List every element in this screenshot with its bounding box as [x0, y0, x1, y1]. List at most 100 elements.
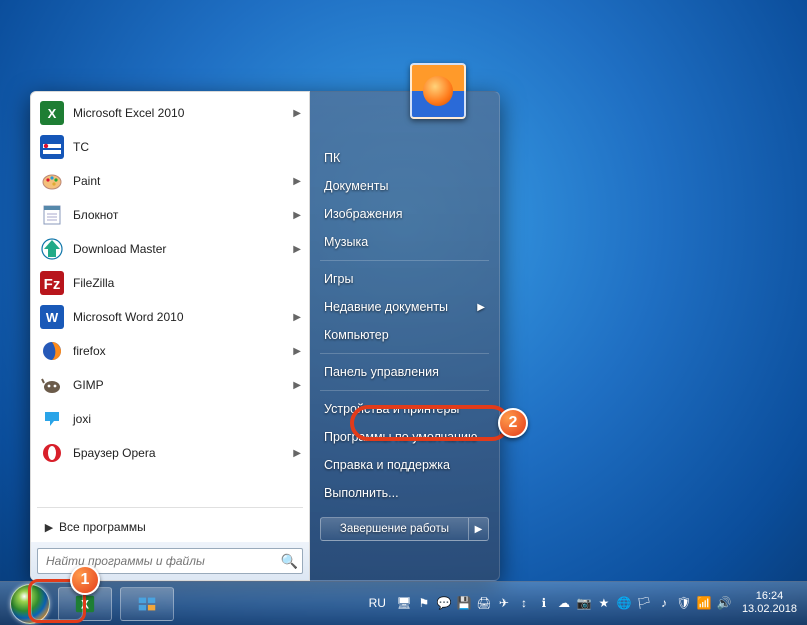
right-item-недавние-документы[interactable]: Недавние документы ▶ [310, 293, 499, 321]
shield-icon[interactable]: 🛡 [676, 595, 692, 611]
chevron-right-icon: ▶ [293, 176, 301, 187]
flag2-icon[interactable]: 🏳 [636, 595, 652, 611]
start-menu-right-panel: ПК Документы Изображения Музыка Игры Недавние… [310, 91, 500, 581]
joxi-icon [39, 406, 65, 432]
right-item-устройства-и-принтеры[interactable]: Устройства и принтеры [310, 395, 499, 423]
info-icon[interactable]: ℹ [536, 595, 552, 611]
pinned-app-paint[interactable]: Paint ▶ [31, 164, 309, 198]
tc-icon [39, 134, 65, 160]
right-item-пк[interactable]: ПК [310, 144, 499, 172]
right-item-панель-управления[interactable]: Панель управления [310, 358, 499, 386]
right-item-изображения[interactable]: Изображения [310, 200, 499, 228]
shutdown-button[interactable]: Завершение работы [320, 517, 469, 541]
right-item-программы-по-умолчанию[interactable]: Программы по умолчанию [310, 423, 499, 451]
right-item-label: Выполнить... [324, 486, 399, 500]
start-menu: X Microsoft Excel 2010 ▶ TC Paint ▶ Блок… [30, 91, 500, 581]
app-label: TC [73, 140, 89, 154]
separator [37, 507, 303, 508]
dm-icon [39, 236, 65, 262]
pinned-app-notepad[interactable]: Блокнот ▶ [31, 198, 309, 232]
app-label: Download Master [73, 242, 166, 256]
note-icon[interactable]: ♪ [656, 595, 672, 611]
annotation-marker-1: 1 [70, 565, 100, 595]
right-item-label: Программы по умолчанию [324, 430, 477, 444]
disk-icon[interactable]: 💾 [456, 595, 472, 611]
search-icon[interactable]: 🔍 [281, 553, 298, 570]
right-item-выполнить-[interactable]: Выполнить... [310, 479, 499, 507]
taskbar-app-explorer[interactable] [120, 587, 174, 621]
excel-icon: X [39, 100, 65, 126]
app-label: Блокнот [73, 208, 118, 222]
right-item-игры[interactable]: Игры [310, 265, 499, 293]
shutdown-options-button[interactable]: ▶ [469, 517, 489, 541]
right-item-музыка[interactable]: Музыка [310, 228, 499, 256]
annotation-marker-2: 2 [498, 408, 528, 438]
pinned-app-opera[interactable]: Браузер Opera ▶ [31, 436, 309, 470]
pinned-app-word[interactable]: W Microsoft Word 2010 ▶ [31, 300, 309, 334]
app-label: Microsoft Excel 2010 [73, 106, 184, 120]
chevron-right-icon: ▶ [293, 380, 301, 391]
opera-icon [39, 440, 65, 466]
app-label: Microsoft Word 2010 [73, 310, 184, 324]
right-item-справка-и-поддержка[interactable]: Справка и поддержка [310, 451, 499, 479]
right-item-label: Изображения [324, 207, 403, 221]
right-item-label: Музыка [324, 235, 368, 249]
taskbar-clock[interactable]: 16:24 13.02.2018 [742, 590, 797, 616]
printer-icon[interactable]: 🖨 [476, 595, 492, 611]
tray-icons: 🖥⚑💬💾🖨✈↕ℹ☁📷★🌐🏳♪🛡📶🔊 [396, 595, 732, 611]
all-programs-button[interactable]: ▶ Все программы [31, 512, 309, 542]
app-label: joxi [73, 412, 91, 426]
globe-icon[interactable]: 🌐 [616, 595, 632, 611]
pinned-app-joxi[interactable]: joxi [31, 402, 309, 436]
computer-icon[interactable]: 🖥 [396, 595, 412, 611]
separator [320, 353, 489, 354]
pinned-app-dm[interactable]: Download Master ▶ [31, 232, 309, 266]
pinned-app-firefox[interactable]: firefox ▶ [31, 334, 309, 368]
right-item-документы[interactable]: Документы [310, 172, 499, 200]
chevron-right-icon: ▶ [293, 312, 301, 323]
chevron-right-icon: ▶ [293, 346, 301, 357]
chevron-right-icon: ▶ [39, 521, 59, 534]
svg-text:W: W [46, 310, 59, 325]
flag-icon[interactable]: ⚑ [416, 595, 432, 611]
cloud-icon[interactable]: ☁ [556, 595, 572, 611]
language-indicator[interactable]: RU [369, 596, 386, 610]
right-item-label: Игры [324, 272, 353, 286]
svg-text:X: X [48, 106, 57, 121]
star-icon[interactable]: ★ [596, 595, 612, 611]
user-avatar[interactable] [410, 63, 466, 119]
clock-date: 13.02.2018 [742, 603, 797, 616]
chat-icon[interactable]: 💬 [436, 595, 452, 611]
app-label: firefox [73, 344, 106, 358]
svg-text:Fz: Fz [44, 276, 61, 293]
system-tray: RU 🖥⚑💬💾🖨✈↕ℹ☁📷★🌐🏳♪🛡📶🔊 16:24 13.02.2018 [369, 581, 803, 625]
right-item-label: ПК [324, 151, 340, 165]
app-label: Paint [73, 174, 100, 188]
chevron-right-icon: ▶ [293, 210, 301, 221]
pinned-app-gimp[interactable]: GIMP ▶ [31, 368, 309, 402]
taskbar: X RU 🖥⚑💬💾🖨✈↕ℹ☁📷★🌐🏳♪🛡📶🔊 16:24 13.02.2018 [0, 581, 807, 625]
right-item-компьютер[interactable]: Компьютер [310, 321, 499, 349]
right-item-label: Недавние документы [324, 300, 448, 314]
paint-icon [39, 168, 65, 194]
telegram-icon[interactable]: ✈ [496, 595, 512, 611]
word-icon: W [39, 304, 65, 330]
pinned-app-tc[interactable]: TC [31, 130, 309, 164]
app-label: FileZilla [73, 276, 114, 290]
camera-icon[interactable]: 📷 [576, 595, 592, 611]
pinned-app-filezilla[interactable]: Fz FileZilla [31, 266, 309, 300]
chevron-right-icon: ▶ [477, 302, 485, 313]
shutdown-group: Завершение работы ▶ [320, 517, 489, 541]
separator [320, 390, 489, 391]
chevron-right-icon: ▶ [293, 108, 301, 119]
volume-icon[interactable]: 🔊 [716, 595, 732, 611]
network-icon[interactable]: 📶 [696, 595, 712, 611]
start-menu-left-panel: X Microsoft Excel 2010 ▶ TC Paint ▶ Блок… [30, 91, 310, 581]
pinned-app-excel[interactable]: X Microsoft Excel 2010 ▶ [31, 96, 309, 130]
arrow-icon[interactable]: ↕ [516, 595, 532, 611]
firefox-icon [39, 338, 65, 364]
app-label: GIMP [73, 378, 104, 392]
right-item-label: Устройства и принтеры [324, 402, 459, 416]
right-item-label: Документы [324, 179, 388, 193]
right-item-label: Компьютер [324, 328, 389, 342]
